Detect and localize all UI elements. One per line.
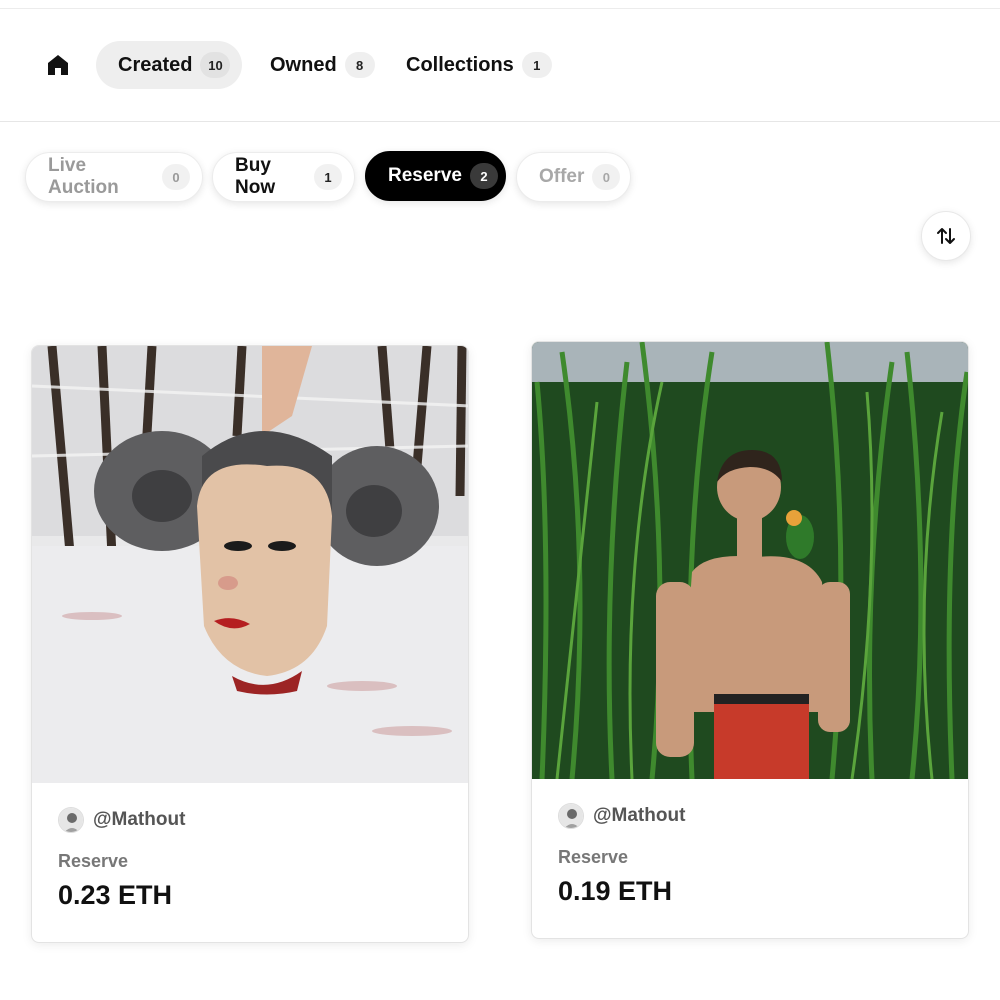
man-in-tall-grass-with-parrot-artwork [532,342,968,779]
tab-created-count: 10 [200,52,231,78]
filter-live-auction-count: 0 [162,164,190,190]
top-border [0,8,1000,9]
profile-tabs: Created 10 Owned 8 Collections 1 [0,40,1000,90]
filter-reserve[interactable]: Reserve 2 [365,151,506,201]
creator-link[interactable]: @Mathout [558,801,942,831]
artwork-card[interactable]: @Mathout Reserve 0.23 ETH [31,345,469,943]
price-value: 0.23 ETH [58,880,173,910]
tab-collections[interactable]: Collections 1 [384,41,554,89]
creator-handle: @Mathout [593,805,686,826]
card-info: @Mathout Reserve 0.19 ETH [532,779,968,929]
price-value: 0.19 ETH [558,876,673,906]
filter-offer-label: Offer [539,166,585,187]
filter-offer[interactable]: Offer 0 [516,152,631,202]
price-label: Reserve [558,847,629,867]
tab-owned[interactable]: Owned 8 [248,41,378,89]
avatar [58,807,84,833]
tab-created-label: Created [118,53,193,76]
tab-created[interactable]: Created 10 [96,41,242,89]
filter-reserve-label: Reserve [388,165,462,186]
sort-button[interactable] [921,211,971,261]
filter-offer-count: 0 [592,164,621,190]
creator-link[interactable]: @Mathout [58,805,442,835]
home-button[interactable] [42,50,74,80]
filter-buy-now-count: 1 [314,164,342,190]
tab-collections-label: Collections [406,53,514,76]
tab-collections-count: 1 [521,52,552,78]
filter-live-auction-label: Live Auction [48,155,119,198]
card-info: @Mathout Reserve 0.23 ETH [32,783,468,933]
filter-buy-now-label: Buy Now [235,155,276,198]
creator-handle: @Mathout [93,809,186,830]
avatar [558,803,584,829]
tab-owned-count: 8 [344,52,375,78]
filter-live-auction[interactable]: Live Auction 0 [25,152,203,202]
tabs-divider [0,121,1000,122]
artwork-card[interactable]: @Mathout Reserve 0.19 ETH [531,341,969,939]
filter-buy-now[interactable]: Buy Now 1 [212,152,355,202]
ram-horned-head-in-snow-artwork [32,346,468,783]
sort-arrows-icon [937,228,955,244]
tab-owned-label: Owned [270,53,337,76]
home-icon [48,55,68,75]
filter-reserve-count: 2 [469,163,498,189]
price-label: Reserve [58,851,129,871]
